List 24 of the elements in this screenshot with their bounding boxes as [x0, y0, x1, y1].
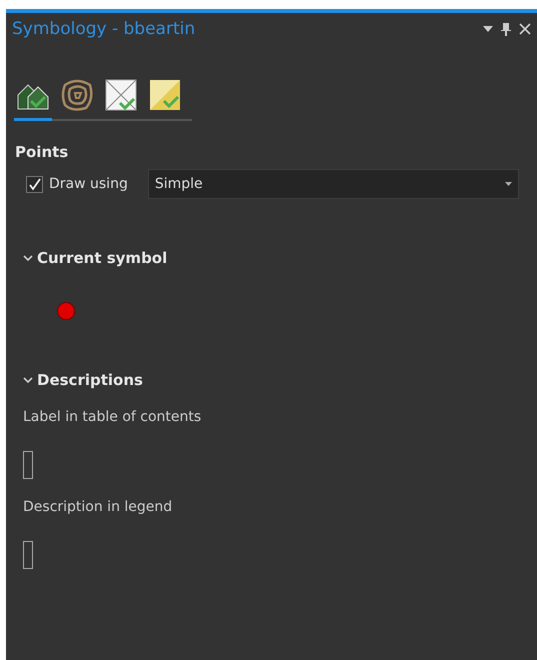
pane-title: Symbology - bbeartin — [12, 19, 196, 39]
chevron-icon — [23, 254, 33, 262]
draw-using-checkbox[interactable] — [26, 176, 43, 192]
dropdown-icon — [483, 26, 493, 32]
chevron-icon — [23, 376, 33, 384]
dropdown-button[interactable] — [483, 26, 493, 32]
caret-icon — [504, 182, 512, 186]
crossed-square-check-icon — [104, 79, 138, 111]
section-header[interactable]: Current symbol — [23, 249, 537, 267]
input-field[interactable] — [23, 451, 33, 479]
contour-icon — [60, 79, 94, 111]
section-title: Points — [15, 143, 70, 161]
close-icon — [519, 23, 531, 35]
diagonal-square-check-icon — [148, 79, 182, 111]
point-symbol[interactable] — [58, 303, 74, 319]
input-field[interactable] — [23, 541, 33, 569]
field-label: Description in legend — [23, 499, 174, 515]
field-label: Label in table of contents — [23, 409, 202, 425]
symbology-dropdown[interactable]: Simple — [148, 169, 519, 199]
pin-button[interactable] — [501, 22, 511, 36]
section-header[interactable]: Descriptions — [23, 371, 537, 389]
checkbox-label: Draw using — [49, 176, 128, 192]
close-button[interactable] — [519, 23, 531, 35]
pin-icon — [501, 22, 511, 36]
